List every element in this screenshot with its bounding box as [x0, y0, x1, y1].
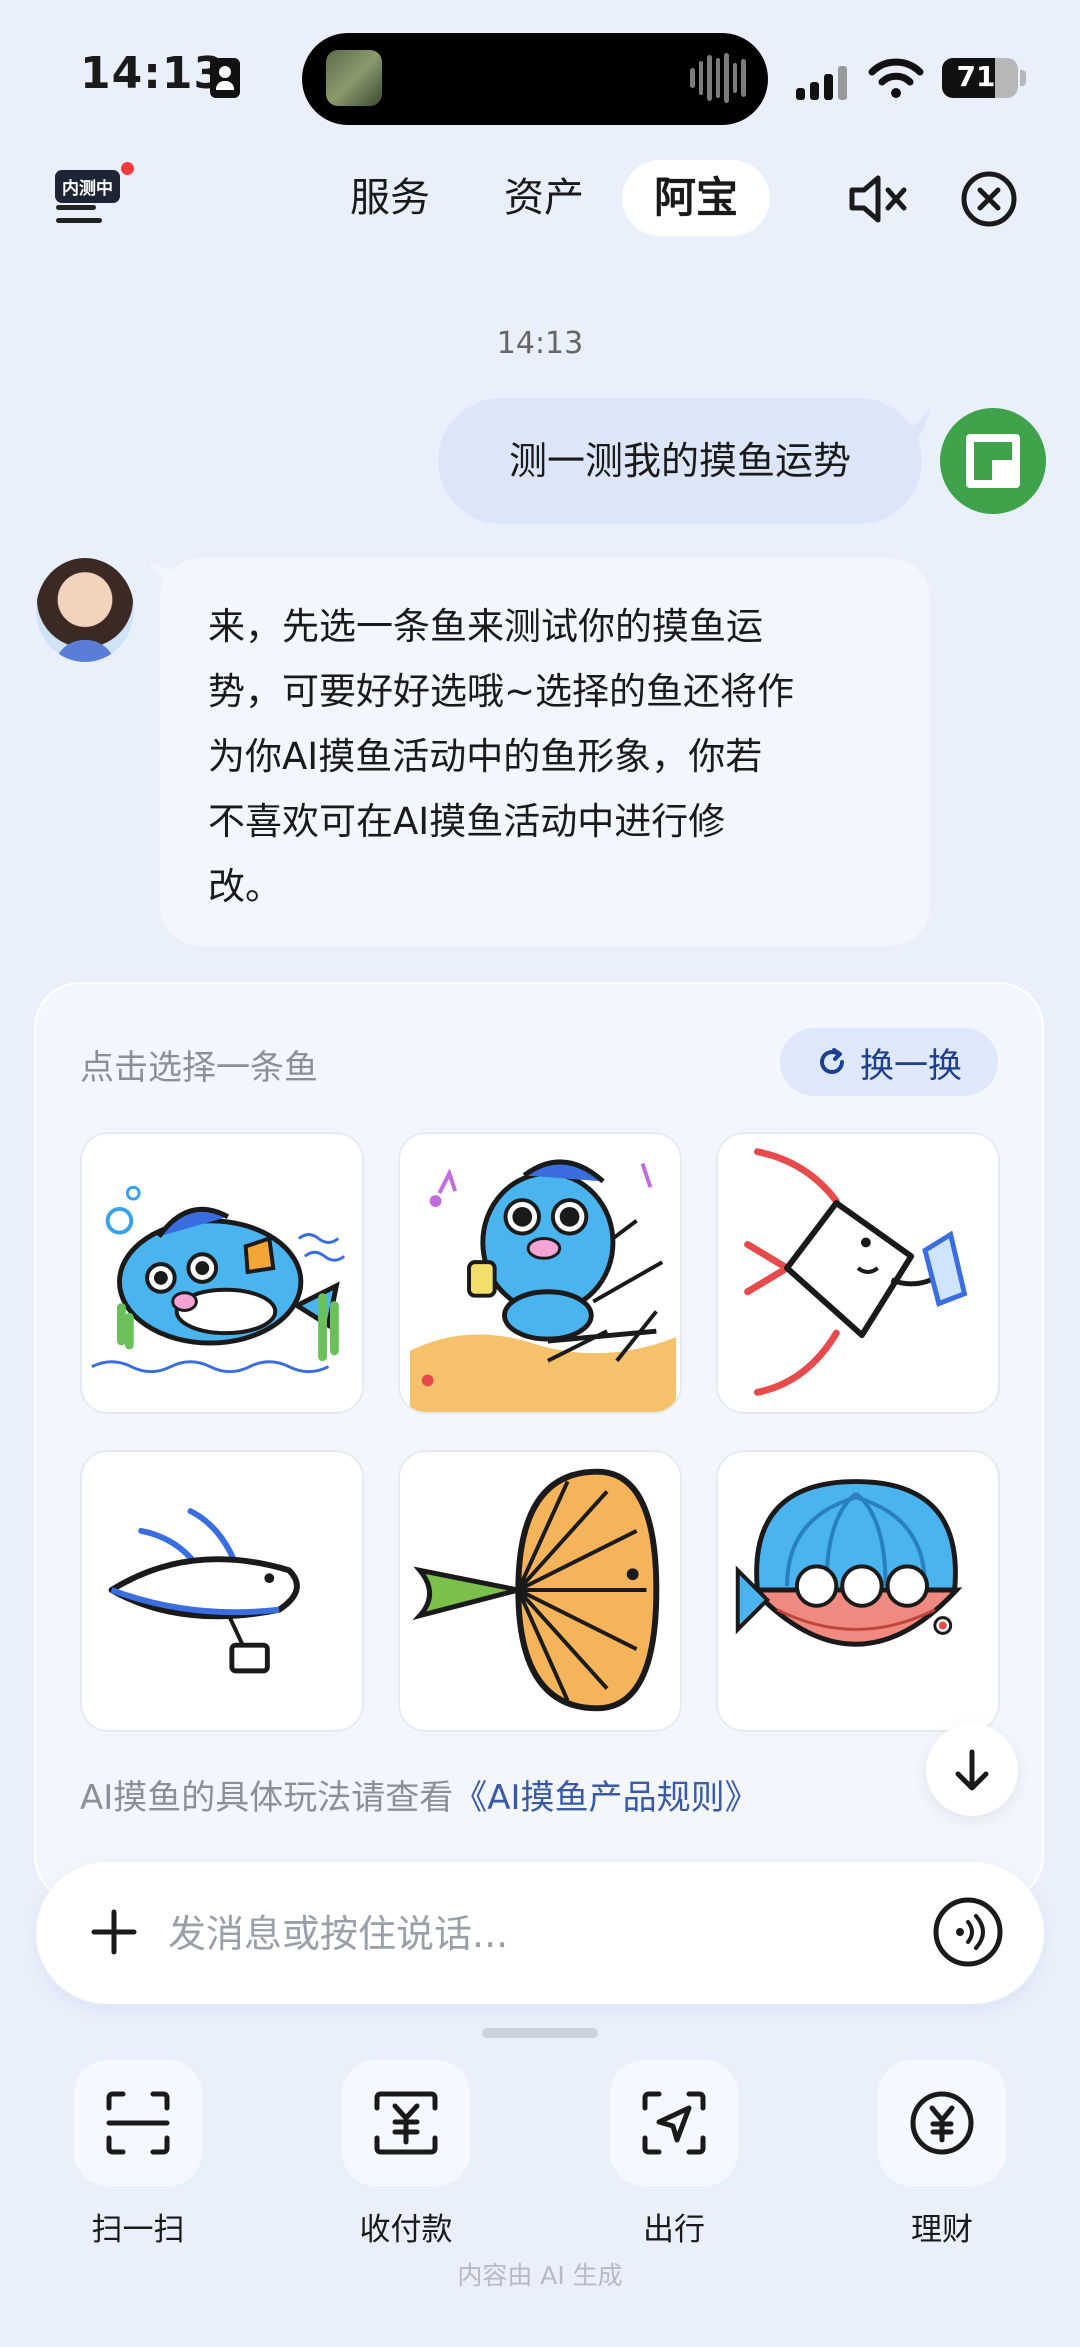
ai-generated-note: 内容由 AI 生成 [457, 2261, 623, 2290]
assistant-message-line: 不喜欢可在AI摸鱼活动中进行修 [208, 800, 726, 843]
arrow-down-icon [955, 1749, 989, 1791]
wealth-icon [910, 2091, 974, 2155]
battery-level: 71 [956, 60, 996, 93]
now-playing-thumbnail [326, 50, 382, 106]
notification-dot [121, 162, 134, 175]
shortcut-scan[interactable]: 扫一扫 [68, 2060, 208, 2249]
plus-icon[interactable] [84, 1902, 144, 1962]
assistant-message-line: 来，先选一条鱼来测试你的摸鱼运 [208, 605, 763, 648]
shortcut-label: 扫一扫 [91, 2212, 185, 2248]
shortcut-wealth[interactable]: 理财 [872, 2060, 1012, 2249]
signal-icon [796, 60, 847, 100]
assistant-avatar[interactable] [36, 558, 134, 662]
shortcut-label: 理财 [911, 2212, 973, 2248]
blue-fish-illustration [91, 1185, 346, 1374]
battery-cap [1020, 70, 1026, 86]
drawer-handle[interactable] [482, 2028, 598, 2038]
fish-selection-card [34, 982, 1044, 1902]
menu-icon [56, 205, 96, 210]
diamond-fish-illustration [744, 1148, 968, 1396]
message-input[interactable] [168, 1898, 908, 1970]
user-message[interactable]: 测一测我的摸鱼运势 [438, 398, 922, 524]
wifi-icon [868, 58, 924, 98]
fish-option-ginkgo[interactable] [398, 1450, 682, 1732]
audio-wave-icon [690, 52, 747, 104]
contact-card-icon [210, 58, 240, 98]
payment-icon [374, 2091, 438, 2155]
shortcut-travel[interactable]: 出行 [604, 2060, 744, 2249]
shortcut-label: 收付款 [359, 2212, 453, 2248]
beach-fish-illustration [409, 1159, 677, 1412]
menu-icon-line [56, 218, 102, 223]
fish-option-flying-bag[interactable] [80, 1450, 364, 1732]
chat-timestamp: 14:13 [496, 326, 584, 361]
close-icon[interactable] [960, 170, 1018, 228]
flying-fish-illustration [108, 1508, 300, 1674]
fish-card-hint: 点击选择一条鱼 [80, 1048, 318, 1088]
fish-option-clam-pearl[interactable] [716, 1450, 1000, 1732]
rules-prefix: AI摸鱼的具体玩法请查看 [80, 1778, 454, 1818]
fish-option-blue-swimming[interactable] [80, 1132, 364, 1414]
shortcut-label: 出行 [643, 2212, 705, 2248]
clam-fish-illustration [735, 1479, 963, 1647]
tab-abao[interactable]: 阿宝 [622, 160, 770, 236]
travel-icon [642, 2091, 706, 2155]
scan-icon [106, 2091, 170, 2155]
battery-icon: 71 [942, 58, 1018, 98]
refresh-icon [820, 1048, 844, 1074]
fish-option-blue-beach[interactable] [398, 1132, 682, 1414]
beta-badge: 内测中 [55, 170, 120, 203]
ginkgo-fish-illustration [412, 1468, 660, 1712]
scroll-to-bottom-button[interactable] [926, 1724, 1018, 1816]
assistant-message-line: 改。 [208, 865, 282, 908]
user-avatar[interactable] [940, 408, 1046, 514]
assistant-message[interactable]: 来，先选一条鱼来测试你的摸鱼运 势，可要好好选哦~选择的鱼还将作 为你AI摸鱼活… [160, 558, 930, 946]
swap-button-label: 换一换 [860, 1045, 962, 1086]
assistant-message-line: 势，可要好好选哦~选择的鱼还将作 [208, 670, 795, 713]
status-time: 14:13 [80, 48, 226, 99]
tab-assets[interactable]: 资产 [484, 160, 604, 236]
tab-service[interactable]: 服务 [330, 160, 450, 236]
fish-option-diamond-reading[interactable] [716, 1132, 1000, 1414]
voice-icon[interactable] [932, 1896, 1004, 1968]
mute-icon[interactable] [846, 170, 910, 228]
shortcut-payment[interactable]: 收付款 [336, 2060, 476, 2249]
rules-notice: AI摸鱼的具体玩法请查看《AI摸鱼产品规则》 [80, 1770, 759, 1819]
assistant-message-line: 为你AI摸鱼活动中的鱼形象，你若 [208, 735, 763, 778]
rules-link[interactable]: 《AI摸鱼产品规则》 [453, 1778, 758, 1818]
swap-button[interactable]: 换一换 [780, 1028, 998, 1096]
